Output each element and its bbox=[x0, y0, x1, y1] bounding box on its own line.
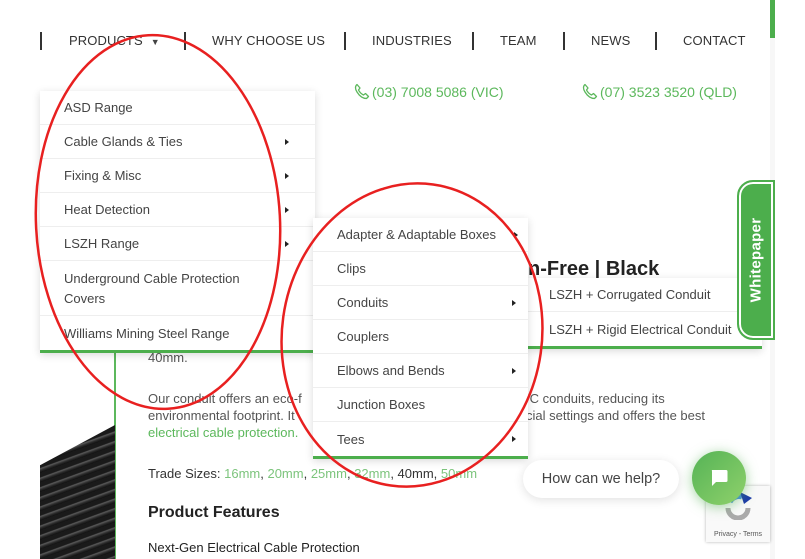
description-text: cial settings and offers the best bbox=[526, 408, 705, 423]
menu-item-label: Underground Cable Protection Covers bbox=[64, 271, 240, 306]
nav-item-industries[interactable]: INDUSTRIES bbox=[372, 33, 452, 48]
nav-divider bbox=[655, 32, 657, 50]
phone-number: (03) 7008 5086 (VIC) bbox=[372, 84, 504, 100]
trade-size-text: 40mm bbox=[397, 466, 434, 481]
scrollbar-thumb[interactable] bbox=[770, 0, 775, 38]
nav-item-team[interactable]: TEAM bbox=[500, 33, 537, 48]
menu-item-fixing-misc[interactable]: Fixing & Misc bbox=[40, 159, 315, 193]
chat-launcher-button[interactable] bbox=[692, 451, 746, 505]
menu-item-asd-range[interactable]: ASD Range bbox=[40, 91, 315, 125]
description-text: . bbox=[294, 425, 299, 440]
caret-right-icon bbox=[285, 206, 289, 213]
phone-icon bbox=[354, 83, 370, 100]
feature-item: Next-Gen Electrical Cable Protection bbox=[148, 540, 360, 555]
chat-icon bbox=[711, 470, 728, 486]
trade-size-link[interactable]: 50mm bbox=[441, 466, 477, 481]
menu-item-heat-detection[interactable]: Heat Detection bbox=[40, 193, 315, 227]
trade-size-link[interactable]: 32mm bbox=[354, 466, 390, 481]
menu-item-clips[interactable]: Clips bbox=[313, 252, 528, 286]
menu-item-label: ASD Range bbox=[64, 100, 133, 115]
menu-item-label: Fixing & Misc bbox=[64, 168, 142, 183]
description-text: environmental footprint. It bbox=[148, 408, 295, 423]
caret-right-icon bbox=[512, 367, 516, 374]
nav-item-news[interactable]: NEWS bbox=[591, 33, 630, 48]
nav-divider bbox=[472, 32, 474, 50]
nav-divider bbox=[40, 32, 42, 50]
menu-item-couplers[interactable]: Couplers bbox=[313, 320, 528, 354]
caret-right-icon bbox=[512, 299, 516, 306]
nav-divider bbox=[184, 32, 186, 50]
phone-link-vic[interactable]: (03) 7008 5086 (VIC) bbox=[354, 83, 504, 100]
menu-item-conduits[interactable]: Conduits bbox=[313, 286, 528, 320]
conduit-product-image bbox=[40, 425, 115, 559]
menu-item-label: LSZH Range bbox=[64, 236, 140, 251]
menu-item-tees[interactable]: Tees bbox=[313, 422, 528, 456]
lszh-submenu: Adapter & Adaptable Boxes Clips Conduits… bbox=[313, 218, 528, 459]
phone-icon bbox=[582, 83, 598, 100]
trade-sizes: Trade Sizes: 16mm, 20mm, 25mm, 32mm, 40m… bbox=[148, 466, 478, 481]
menu-item-label: Tees bbox=[337, 431, 365, 447]
menu-item-label: Conduits bbox=[337, 295, 389, 310]
menu-item-label: Adapter & Adaptable Boxes bbox=[337, 227, 497, 242]
caret-right-icon bbox=[285, 240, 289, 247]
menu-item-label: Couplers bbox=[337, 329, 390, 344]
chevron-down-icon: ▼ bbox=[150, 37, 160, 47]
nav-item-products[interactable]: PRODUCTS ▼ bbox=[69, 33, 160, 48]
nav-item-label: PRODUCTS bbox=[69, 33, 143, 48]
nav-divider bbox=[344, 32, 346, 50]
phone-link-qld[interactable]: (07) 3523 3520 (QLD) bbox=[582, 83, 737, 100]
menu-item-adapter-adaptable-boxes[interactable]: Adapter & Adaptable Boxes bbox=[313, 218, 528, 252]
cable-protection-link[interactable]: electrical cable protection bbox=[148, 425, 295, 440]
description-text: Our conduit offers an eco-f bbox=[148, 391, 302, 406]
menu-item-label: LSZH + Corrugated Conduit bbox=[549, 287, 711, 302]
menu-item-williams-mining-steel-range[interactable]: Williams Mining Steel Range bbox=[40, 316, 315, 350]
features-heading: Product Features bbox=[148, 504, 280, 521]
caret-right-icon bbox=[285, 138, 289, 145]
chat-prompt-bubble[interactable]: How can we help? bbox=[523, 460, 679, 498]
menu-item-lszh-range[interactable]: LSZH Range bbox=[40, 227, 315, 261]
menu-item-label: LSZH + Rigid Electrical Conduit bbox=[549, 321, 732, 337]
nav-item-why-choose-us[interactable]: WHY CHOOSE US bbox=[212, 33, 325, 48]
menu-item-lszh-rigid-electrical-conduit[interactable]: LSZH + Rigid Electrical Conduit bbox=[527, 312, 762, 346]
menu-item-underground-cable-protection-covers[interactable]: Underground Cable Protection Covers bbox=[40, 261, 315, 316]
menu-item-junction-boxes[interactable]: Junction Boxes bbox=[313, 388, 528, 422]
conduits-submenu: LSZH + Corrugated Conduit LSZH + Rigid E… bbox=[527, 278, 762, 349]
menu-item-elbows-and-bends[interactable]: Elbows and Bends bbox=[313, 354, 528, 388]
trade-sizes-label: Trade Sizes: bbox=[148, 466, 225, 481]
products-dropdown: ASD Range Cable Glands & Ties Fixing & M… bbox=[40, 91, 315, 353]
menu-item-label: Clips bbox=[337, 261, 366, 276]
trade-size-link[interactable]: 20mm bbox=[267, 466, 303, 481]
menu-item-lszh-corrugated-conduit[interactable]: LSZH + Corrugated Conduit bbox=[527, 278, 762, 312]
trade-size-link[interactable]: 25mm bbox=[311, 466, 347, 481]
caret-right-icon bbox=[285, 172, 289, 179]
caret-right-icon bbox=[514, 231, 518, 238]
trade-size-link[interactable]: 16mm bbox=[224, 466, 260, 481]
menu-item-label: Junction Boxes bbox=[337, 397, 426, 412]
menu-item-cable-glands-ties[interactable]: Cable Glands & Ties bbox=[40, 125, 315, 159]
main-nav: PRODUCTS ▼ WHY CHOOSE US INDUSTRIES TEAM … bbox=[0, 30, 770, 52]
recaptcha-privacy-terms[interactable]: Privacy - Terms bbox=[706, 531, 770, 538]
menu-item-label: Elbows and Bends bbox=[337, 363, 445, 378]
nav-divider bbox=[563, 32, 565, 50]
menu-item-label: Cable Glands & Ties bbox=[64, 134, 183, 149]
menu-item-label: Heat Detection bbox=[64, 202, 150, 217]
nav-item-contact[interactable]: CONTACT bbox=[683, 33, 746, 48]
whitepaper-tab[interactable]: Whitepaper bbox=[737, 180, 775, 340]
whitepaper-label: Whitepaper bbox=[747, 217, 765, 303]
description-text: /C conduits, reducing its bbox=[526, 391, 665, 406]
phone-number: (07) 3523 3520 (QLD) bbox=[600, 84, 737, 100]
caret-right-icon bbox=[512, 436, 516, 442]
menu-item-label: Williams Mining Steel Range bbox=[64, 325, 230, 341]
